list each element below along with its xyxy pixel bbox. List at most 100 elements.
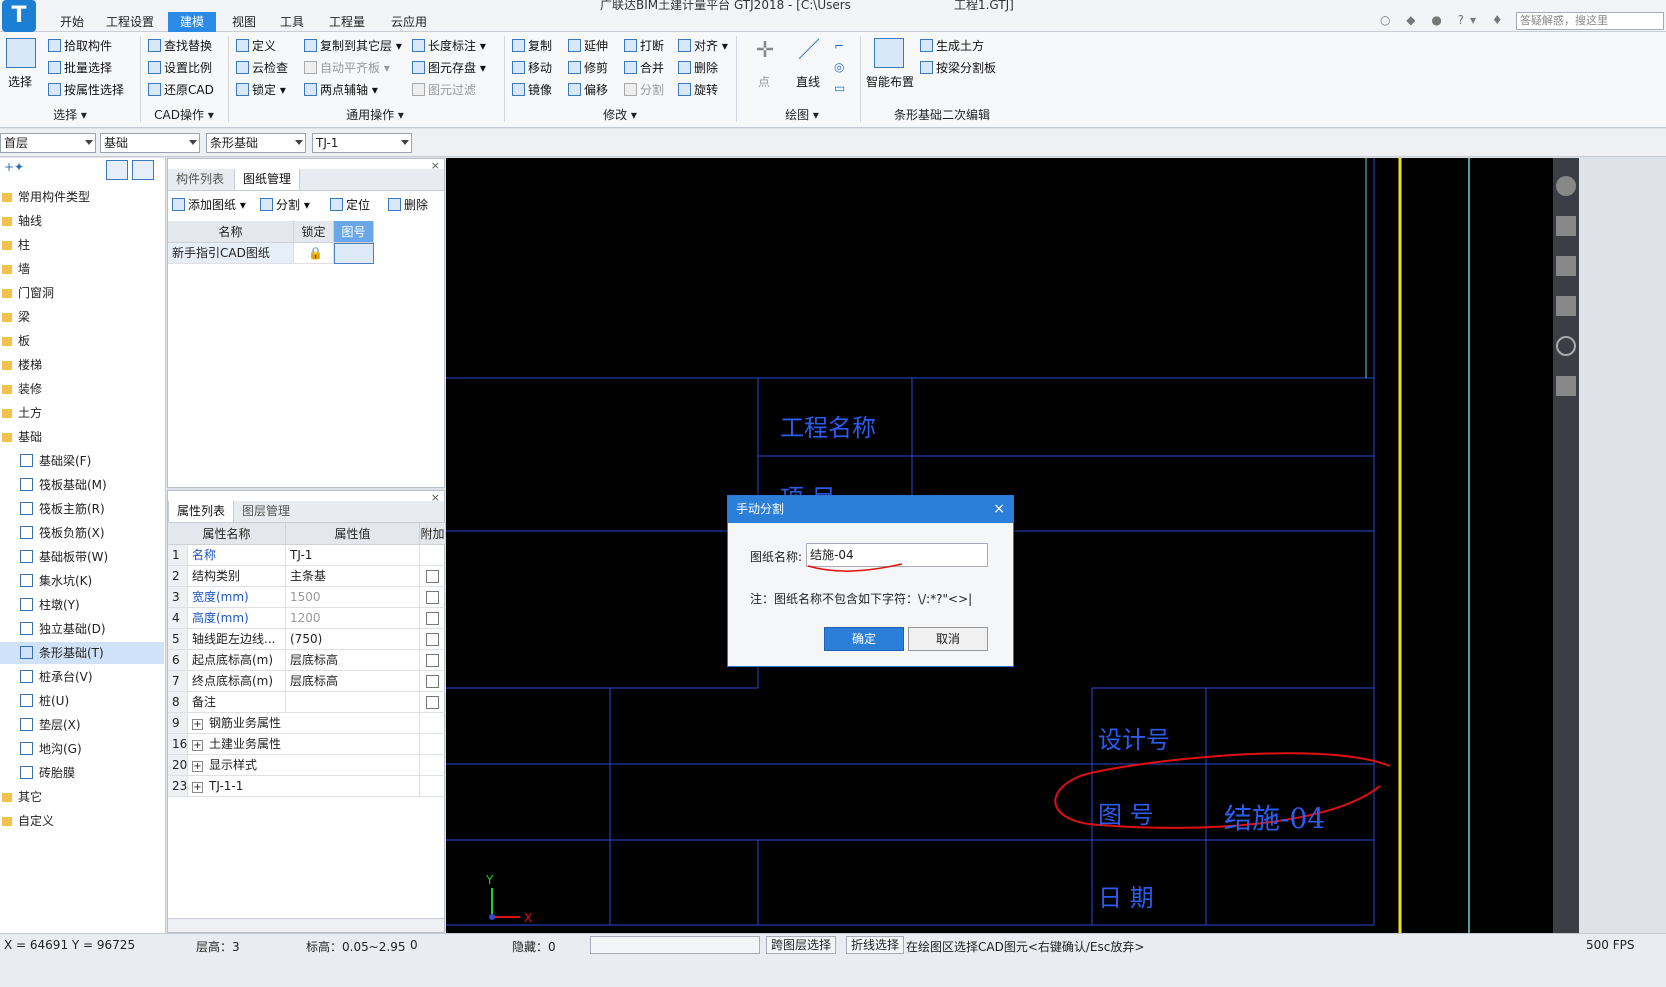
- display-icon[interactable]: [1556, 256, 1576, 276]
- category-select[interactable]: 基础: [100, 133, 200, 153]
- tree-item[interactable]: 桩(U): [0, 690, 164, 712]
- trim-button[interactable]: 修剪: [568, 58, 608, 78]
- attach-checkbox[interactable]: [426, 675, 439, 688]
- property-value[interactable]: [286, 692, 420, 713]
- property-group[interactable]: + TJ-1-1: [188, 776, 420, 797]
- tree-item[interactable]: 垫层(X): [0, 714, 164, 736]
- copy-to-floor-button[interactable]: 复制到其它层 ▾: [304, 36, 402, 56]
- tree-item[interactable]: 基础梁(F): [0, 450, 164, 472]
- expand-icon[interactable]: +: [192, 719, 203, 730]
- restore-cad-button[interactable]: 还原CAD: [148, 80, 214, 100]
- delete-button[interactable]: 删除: [678, 58, 718, 78]
- detail-view-icon[interactable]: [132, 160, 154, 180]
- property-group[interactable]: + 钢筋业务属性: [188, 713, 420, 734]
- grid-view-icon[interactable]: [1556, 376, 1576, 396]
- tree-item[interactable]: 桩承台(V): [0, 666, 164, 688]
- ok-button[interactable]: 确定: [824, 627, 904, 651]
- add-drawing-button[interactable]: 添加图纸 ▾: [172, 195, 246, 215]
- tree-folder[interactable]: 梁: [0, 306, 164, 328]
- batch-select-button[interactable]: 批量选择: [48, 58, 112, 78]
- tree-item[interactable]: 筏板基础(M): [0, 474, 164, 496]
- tree-folder[interactable]: 轴线: [0, 210, 164, 232]
- menu-view[interactable]: 视图: [224, 12, 264, 32]
- tree-folder[interactable]: 其它: [0, 786, 164, 808]
- floor-select[interactable]: 首层: [0, 133, 96, 153]
- tree-folder[interactable]: 装修: [0, 378, 164, 400]
- property-value[interactable]: 1500: [286, 587, 420, 608]
- property-value[interactable]: 层底标高: [286, 671, 420, 692]
- extend-button[interactable]: 延伸: [568, 36, 608, 56]
- property-value[interactable]: 层底标高: [286, 650, 420, 671]
- split-drawing-button[interactable]: 分割 ▾: [260, 195, 310, 215]
- smart-layout-button[interactable]: 智能布置: [866, 72, 914, 92]
- property-value[interactable]: TJ-1: [286, 545, 420, 566]
- close-icon[interactable]: ×: [993, 496, 1005, 523]
- point-button[interactable]: 点: [758, 72, 770, 92]
- two-point-axis-button[interactable]: 两点辅轴 ▾: [304, 80, 378, 100]
- expand-icon[interactable]: +: [192, 761, 203, 772]
- view-cube-icon[interactable]: [1556, 216, 1576, 236]
- tab-component-list[interactable]: 构件列表: [168, 169, 232, 190]
- tree-item[interactable]: 地沟(G): [0, 738, 164, 760]
- menu-cloud-apps[interactable]: 云应用: [384, 12, 434, 32]
- tab-drawing-management[interactable]: 图纸管理: [234, 169, 301, 190]
- col-header-number[interactable]: 图号: [334, 221, 374, 243]
- tree-folder[interactable]: 门窗洞: [0, 282, 164, 304]
- tree-folder[interactable]: 柱: [0, 234, 164, 256]
- tree-item[interactable]: 砖胎膜: [0, 762, 164, 784]
- property-group[interactable]: + 显示样式: [188, 755, 420, 776]
- attach-checkbox[interactable]: [426, 696, 439, 709]
- align-button[interactable]: 对齐 ▾: [678, 36, 728, 56]
- split-slab-by-beam-button[interactable]: 按梁分割板: [920, 58, 996, 78]
- tree-item[interactable]: 基础板带(W): [0, 546, 164, 568]
- attach-checkbox[interactable]: [426, 633, 439, 646]
- tree-item[interactable]: 条形基础(T): [0, 642, 164, 664]
- expand-icon[interactable]: +: [192, 740, 203, 751]
- menu-start[interactable]: 开始: [52, 12, 92, 32]
- attach-checkbox[interactable]: [426, 654, 439, 667]
- split-button[interactable]: 分割: [624, 80, 664, 100]
- polyline-select-button[interactable]: 折线选择: [846, 936, 905, 954]
- merge-button[interactable]: 合并: [624, 58, 664, 78]
- drawing-row-name[interactable]: 新手指引CAD图纸: [168, 243, 294, 264]
- col-header-name[interactable]: 名称: [168, 221, 294, 243]
- drawing-row-number[interactable]: [334, 243, 374, 264]
- tree-folder[interactable]: 自定义: [0, 810, 164, 832]
- length-dimension-button[interactable]: 长度标注 ▾: [412, 36, 486, 56]
- menu-project-settings[interactable]: 工程设置: [100, 12, 160, 32]
- box-view-icon[interactable]: [1556, 296, 1576, 316]
- property-value[interactable]: 主条基: [286, 566, 420, 587]
- auto-flush-slab-button[interactable]: 自动平齐板 ▾: [304, 58, 390, 78]
- tree-add-icon[interactable]: +✦: [4, 160, 24, 174]
- attach-checkbox[interactable]: [426, 570, 439, 583]
- attach-checkbox[interactable]: [426, 612, 439, 625]
- tree-folder[interactable]: 基础: [0, 426, 164, 448]
- pick-component-button[interactable]: 拾取构件: [48, 36, 112, 56]
- horizontal-scrollbar[interactable]: [168, 918, 444, 932]
- attach-checkbox[interactable]: [426, 591, 439, 604]
- define-button[interactable]: 定义: [236, 36, 276, 56]
- menu-tools[interactable]: 工具: [272, 12, 312, 32]
- tree-item[interactable]: 筏板主筋(R): [0, 498, 164, 520]
- cloud-check-button[interactable]: 云检查: [236, 58, 288, 78]
- list-view-icon[interactable]: [106, 160, 128, 180]
- type-select[interactable]: 条形基础: [206, 133, 306, 153]
- offset-button[interactable]: 偏移: [568, 80, 608, 100]
- tab-property-list[interactable]: 属性列表: [168, 501, 235, 522]
- save-elements-button[interactable]: 图元存盘 ▾: [412, 58, 486, 78]
- property-group[interactable]: + 土建业务属性: [188, 734, 420, 755]
- title-icons[interactable]: ○ ◆ ● ?▾ ♦ ▣: [1380, 13, 1536, 27]
- tab-layer-management[interactable]: 图层管理: [234, 501, 298, 522]
- element-filter-button[interactable]: 图元过滤: [412, 80, 476, 100]
- lock-icon[interactable]: 🔒: [294, 243, 334, 264]
- property-value[interactable]: (750): [286, 629, 420, 650]
- find-replace-button[interactable]: 查找替换: [148, 36, 212, 56]
- app-logo[interactable]: T: [2, 0, 36, 32]
- 3d-view-icon[interactable]: [1556, 176, 1576, 196]
- tree-item[interactable]: 柱墩(Y): [0, 594, 164, 616]
- menu-quantities[interactable]: 工程量: [322, 12, 372, 32]
- tree-folder[interactable]: 常用构件类型: [0, 186, 164, 208]
- locate-button[interactable]: 定位: [330, 195, 370, 215]
- tree-item[interactable]: 集水坑(K): [0, 570, 164, 592]
- menu-modeling[interactable]: 建模: [168, 12, 216, 32]
